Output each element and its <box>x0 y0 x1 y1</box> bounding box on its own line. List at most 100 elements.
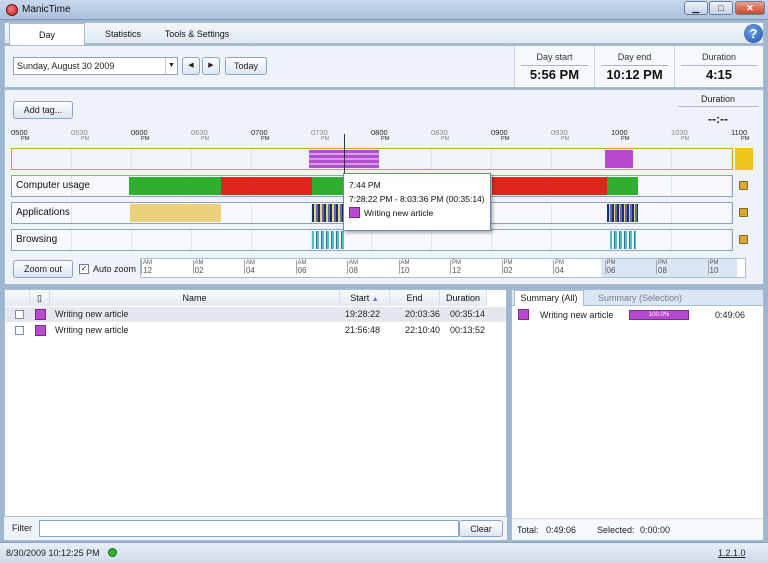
name-column-header[interactable]: Name <box>50 290 340 306</box>
auto-zoom-checkbox[interactable]: ✓ <box>79 264 89 274</box>
tab-statistics[interactable]: Statistics <box>93 23 153 45</box>
version-link[interactable]: 1.2.1.0 <box>718 548 746 558</box>
ruler-tick-label: 0800 PM <box>371 128 390 142</box>
table-row[interactable]: Writing new article 21:56:48 22:10:40 00… <box>5 323 506 338</box>
filter-label: Filter <box>12 523 32 533</box>
day-end-value: 10:12 PM <box>606 67 663 82</box>
app-segment[interactable] <box>312 204 344 222</box>
row-end: 22:10:40 <box>405 325 441 335</box>
sort-ascending-icon: ▲ <box>371 296 379 303</box>
row-duration: 00:35:14 <box>450 309 486 319</box>
overview-tick-label: AM 06 <box>295 260 307 275</box>
duration-column-header[interactable]: Duration <box>440 290 487 306</box>
tooltip-time: 7:44 PM <box>349 180 381 190</box>
active-segment[interactable] <box>607 177 638 195</box>
day-overview-scale[interactable]: AM 12 AM 02 AM 04 AM 06 AM 08 AM 10 PM 12 PM 02 PM 04 PM 06… <box>140 258 746 278</box>
summary-footer: Total: 0:49:06 Selected: 0:00:00 <box>512 518 763 540</box>
today-button[interactable]: Today <box>225 57 267 75</box>
browsing-segment[interactable] <box>610 231 636 249</box>
maximize-button[interactable]: □ <box>709 1 733 15</box>
total-label: Total: <box>517 525 539 535</box>
day-end-label: Day end <box>617 52 652 62</box>
tab-tools-settings[interactable]: Tools & Settings <box>157 23 237 45</box>
filter-input[interactable] <box>39 520 459 537</box>
clear-filter-button[interactable]: Clear <box>459 520 503 537</box>
overview-tick-label: AM 08 <box>347 260 358 275</box>
filter-bar: Filter Clear <box>4 516 507 540</box>
end-column-header[interactable]: End <box>390 290 440 306</box>
overview-tick-label: PM 08 <box>656 260 667 275</box>
lock-icon[interactable] <box>739 181 748 190</box>
selected-value: 0:00:00 <box>640 525 671 535</box>
close-button[interactable]: ✕ <box>735 1 765 15</box>
total-value: 0:49:06 <box>546 525 577 535</box>
tag-color-swatch <box>349 207 360 218</box>
status-bar: 8/30/2009 10:12:25 PM 1.2.1.0 <box>0 542 768 563</box>
tooltip-range: 7:28:22 PM - 8:03:36 PM (00:35:14) <box>349 194 485 204</box>
applications-label: Applications <box>16 207 70 218</box>
add-tag-button[interactable]: Add tag... <box>13 101 73 119</box>
ruler-tick-label: 0730 PM <box>311 128 330 142</box>
tag-row-accent <box>735 148 753 170</box>
away-segment[interactable] <box>492 177 607 195</box>
browsing-row[interactable]: Browsing <box>11 229 733 251</box>
row-checkbox[interactable] <box>15 326 24 335</box>
previous-day-button[interactable]: ◀ <box>182 57 200 75</box>
day-start-value: 5:56 PM <box>529 67 580 82</box>
overview-tick-label: AM 02 <box>192 260 204 275</box>
active-segment[interactable] <box>129 177 221 195</box>
ruler-tick-label: 1000 PM <box>611 128 630 142</box>
overview-tick-label: PM 02 <box>501 260 513 275</box>
table-row[interactable]: Writing new article 19:28:22 20:03:36 00… <box>5 307 506 322</box>
ruler-tick-label: 0700 PM <box>251 128 270 142</box>
row-name: Writing new article <box>55 325 129 335</box>
lock-icon[interactable] <box>739 208 748 217</box>
timeline-ruler: 0500 PM 0530 PM 0600 PM 0630 PM 0700 PM 0730 PM 0800… <box>11 128 750 148</box>
ruler-tick-label: 1100 PM <box>731 128 750 142</box>
checkbox-column-header[interactable] <box>5 290 30 306</box>
page-icon[interactable]: ▯ <box>30 290 50 306</box>
summary-item-name: Writing new article <box>540 310 614 320</box>
duration-label: Duration <box>701 52 737 62</box>
tab-summary-selection[interactable]: Summary (Selection) <box>590 290 690 306</box>
active-segment[interactable] <box>312 177 344 195</box>
tag-block[interactable] <box>605 150 633 168</box>
app-segment[interactable] <box>130 204 221 222</box>
tab-summary-all[interactable]: Summary (All) <box>514 290 584 306</box>
status-datetime: 8/30/2009 10:12:25 PM <box>6 548 100 558</box>
ruler-tick-label: 0600 PM <box>131 128 150 142</box>
away-segment[interactable] <box>221 177 312 195</box>
browsing-segment[interactable] <box>312 231 344 249</box>
start-header-label: Start <box>350 293 370 303</box>
help-icon[interactable]: ? <box>744 24 763 43</box>
start-column-header[interactable]: Start ▲ <box>340 290 390 306</box>
manictime-logo-icon <box>6 4 18 16</box>
summary-percent-label: 100.0% <box>648 312 670 318</box>
summary-item-time: 0:49:06 <box>715 310 746 320</box>
ruler-tick-label: 0630 PM <box>191 128 210 142</box>
lock-icon[interactable] <box>739 235 748 244</box>
next-day-button[interactable]: ▶ <box>202 57 220 75</box>
ruler-tick-label: 0500 PM <box>11 128 30 142</box>
chevron-down-icon[interactable]: ▼ <box>165 58 177 74</box>
selected-label: Selected: <box>597 525 635 535</box>
overview-tick-label: PM 04 <box>553 260 564 275</box>
overview-tick-label: PM 06 <box>604 260 616 275</box>
ruler-tick-label: 0930 PM <box>551 128 570 142</box>
tag-color-swatch <box>518 309 529 320</box>
day-start-stat: Day start 5:56 PM <box>514 46 594 87</box>
overview-tick-label: PM 12 <box>450 260 461 275</box>
row-checkbox[interactable] <box>15 310 24 319</box>
date-picker-input[interactable]: Sunday, August 30 2009 <box>13 57 178 75</box>
zoom-out-button[interactable]: Zoom out <box>13 260 73 278</box>
tag-color-swatch <box>35 309 46 320</box>
title-bar: ManicTime ▁ □ ✕ <box>0 0 768 20</box>
ruler-tick-label: 1030 PM <box>671 128 690 142</box>
minimize-button[interactable]: ▁ <box>684 1 708 15</box>
date-header-panel: Sunday, August 30 2009 ▼ ◀ ▶ Today Day s… <box>4 45 764 88</box>
tags-timeline-row[interactable] <box>11 148 733 170</box>
timeline-tooltip: 7:44 PM 7:28:22 PM - 8:03:36 PM (00:35:1… <box>343 173 491 231</box>
app-segment[interactable] <box>607 204 638 222</box>
tab-day[interactable]: Day <box>9 23 85 46</box>
day-end-stat: Day end 10:12 PM <box>594 46 674 87</box>
